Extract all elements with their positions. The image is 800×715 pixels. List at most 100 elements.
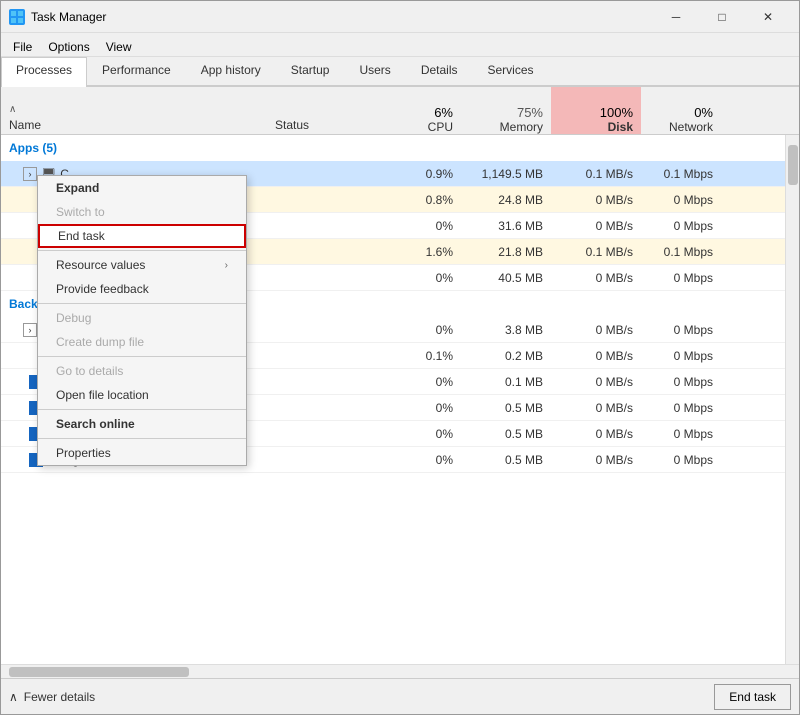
row-memory-cell: 31.6 MB — [461, 219, 551, 233]
ctx-separator-5 — [38, 438, 246, 439]
fewer-details-button[interactable]: ∧ Fewer details — [9, 690, 95, 704]
row-memory-cell: 0.1 MB — [461, 375, 551, 389]
disk-metric: 100% — [600, 105, 633, 120]
ctx-properties[interactable]: Properties — [38, 441, 246, 465]
row-memory-cell: 0.5 MB — [461, 427, 551, 441]
row-cpu-cell: 0% — [391, 323, 461, 337]
collapse-icon: ∧ — [9, 690, 18, 704]
row-memory-cell: 1,149.5 MB — [461, 167, 551, 181]
tab-app-history[interactable]: App history — [186, 57, 276, 87]
col-network-header[interactable]: 0% Network — [641, 87, 721, 134]
scrollbar-h-thumb[interactable] — [9, 667, 189, 677]
row-network-cell: 0 Mbps — [641, 401, 721, 415]
row-memory-cell: 40.5 MB — [461, 271, 551, 285]
tab-bar: Processes Performance App history Startu… — [1, 57, 799, 87]
title-bar: Task Manager ─ □ ✕ — [1, 1, 799, 33]
maximize-button[interactable]: □ — [699, 3, 745, 31]
row-cpu-cell: 0% — [391, 401, 461, 415]
task-manager-window: Task Manager ─ □ ✕ File Options View Pro… — [0, 0, 800, 715]
sort-arrow-icon: ∧ — [9, 100, 263, 118]
menu-options[interactable]: Options — [40, 35, 97, 54]
cpu-metric: 6% — [434, 105, 453, 120]
ctx-debug[interactable]: Debug — [38, 306, 246, 330]
tab-startup[interactable]: Startup — [276, 57, 345, 87]
ctx-separator-4 — [38, 409, 246, 410]
expand-icon[interactable]: › — [23, 167, 37, 181]
row-memory-cell: 0.5 MB — [461, 401, 551, 415]
memory-col-label: Memory — [500, 120, 543, 134]
menu-file[interactable]: File — [5, 35, 40, 54]
ctx-create-dump[interactable]: Create dump file — [38, 330, 246, 354]
col-name-header[interactable]: ∧ Name — [1, 87, 271, 134]
row-disk-cell: 0 MB/s — [551, 193, 641, 207]
row-disk-cell: 0 MB/s — [551, 349, 641, 363]
ctx-resource-values[interactable]: Resource values › — [38, 253, 246, 277]
ctx-open-file-location[interactable]: Open file location — [38, 383, 246, 407]
network-col-label: Network — [669, 120, 713, 134]
menu-view[interactable]: View — [98, 35, 140, 54]
tab-services[interactable]: Services — [473, 57, 549, 87]
row-cpu-cell: 0% — [391, 219, 461, 233]
row-disk-cell: 0 MB/s — [551, 219, 641, 233]
ctx-end-task[interactable]: End task — [38, 224, 246, 248]
row-network-cell: 0 Mbps — [641, 427, 721, 441]
end-task-button[interactable]: End task — [714, 684, 791, 710]
ctx-separator-2 — [38, 303, 246, 304]
row-network-cell: 0 Mbps — [641, 193, 721, 207]
window-controls: ─ □ ✕ — [653, 3, 791, 31]
context-menu: Expand Switch to End task Resource value… — [37, 175, 247, 466]
ctx-switch-to[interactable]: Switch to — [38, 200, 246, 224]
row-cpu-cell: 0% — [391, 375, 461, 389]
close-button[interactable]: ✕ — [745, 3, 791, 31]
row-network-cell: 0.1 Mbps — [641, 245, 721, 259]
col-cpu-header[interactable]: 6% CPU — [391, 87, 461, 134]
tab-processes[interactable]: Processes — [1, 57, 87, 87]
row-cpu-cell: 0% — [391, 453, 461, 467]
col-memory-header[interactable]: 75% Memory — [461, 87, 551, 134]
row-cpu-cell: 1.6% — [391, 245, 461, 259]
expand-icon[interactable]: › — [23, 323, 37, 337]
tab-performance[interactable]: Performance — [87, 57, 186, 87]
row-network-cell: 0 Mbps — [641, 375, 721, 389]
row-cpu-cell: 0% — [391, 427, 461, 441]
row-memory-cell: 0.2 MB — [461, 349, 551, 363]
row-network-cell: 0 Mbps — [641, 323, 721, 337]
horizontal-scrollbar[interactable] — [1, 664, 799, 678]
row-memory-cell: 24.8 MB — [461, 193, 551, 207]
row-disk-cell: 0.1 MB/s — [551, 167, 641, 181]
row-disk-cell: 0 MB/s — [551, 453, 641, 467]
col-status-header[interactable]: Status — [271, 87, 391, 134]
apps-section-label: Apps (5) — [1, 135, 799, 161]
row-disk-cell: 0 MB/s — [551, 401, 641, 415]
row-disk-cell: 0 MB/s — [551, 323, 641, 337]
cpu-col-label: CPU — [428, 120, 453, 134]
disk-col-label: Disk — [608, 120, 633, 134]
vertical-scrollbar[interactable] — [785, 135, 799, 664]
app-icon — [9, 9, 25, 25]
row-cpu-cell: 0% — [391, 271, 461, 285]
ctx-search-online[interactable]: Search online — [38, 412, 246, 436]
row-disk-cell: 0 MB/s — [551, 427, 641, 441]
content-area: Apps (5) › 🖥 C 0.9% 1,149.5 MB 0.1 MB/s … — [1, 135, 799, 664]
bottom-bar: ∧ Fewer details End task — [1, 678, 799, 714]
status-col-label: Status — [275, 118, 387, 132]
tab-users[interactable]: Users — [344, 57, 405, 87]
row-memory-cell: 21.8 MB — [461, 245, 551, 259]
row-cpu-cell: 0.1% — [391, 349, 461, 363]
network-metric: 0% — [694, 105, 713, 120]
submenu-arrow-icon: › — [225, 260, 228, 271]
col-disk-header[interactable]: 100% Disk — [551, 87, 641, 134]
window-title: Task Manager — [31, 10, 106, 24]
ctx-provide-feedback[interactable]: Provide feedback — [38, 277, 246, 301]
column-headers: ∧ Name Status 6% CPU 75% Memory 100% Dis… — [1, 87, 799, 135]
row-cpu-cell: 0.9% — [391, 167, 461, 181]
scrollbar-thumb[interactable] — [788, 145, 798, 185]
ctx-expand[interactable]: Expand — [38, 176, 246, 200]
ctx-go-to-details[interactable]: Go to details — [38, 359, 246, 383]
tab-details[interactable]: Details — [406, 57, 473, 87]
row-network-cell: 0.1 Mbps — [641, 167, 721, 181]
row-disk-cell: 0 MB/s — [551, 271, 641, 285]
row-network-cell: 0 Mbps — [641, 219, 721, 233]
fewer-details-label: Fewer details — [24, 690, 95, 704]
minimize-button[interactable]: ─ — [653, 3, 699, 31]
